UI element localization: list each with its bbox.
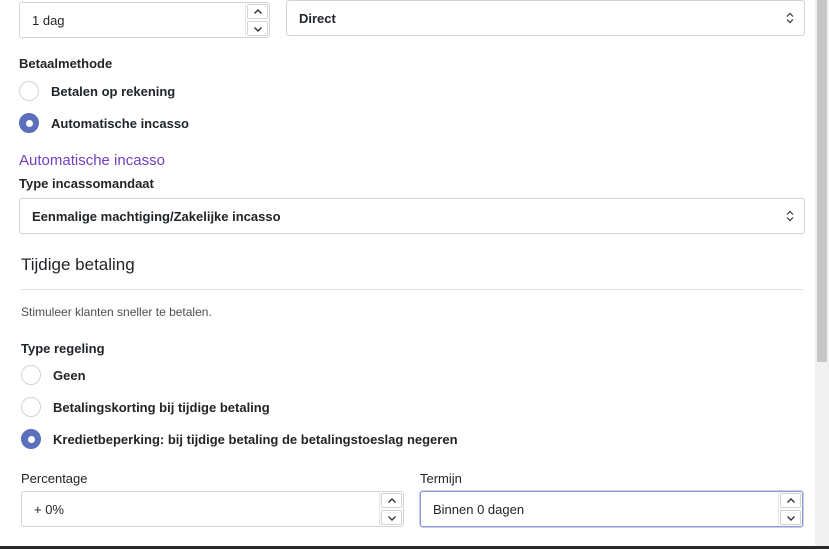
termijn-value: Binnen 0 dagen [433, 501, 525, 517]
incasso-section-title: Automatische incasso [19, 152, 165, 169]
days-value: 1 dag [32, 12, 65, 28]
percentage-label: Percentage [21, 471, 88, 486]
chevron-down-icon [253, 26, 262, 32]
percentage-stepper[interactable]: + 0% [21, 491, 404, 527]
tijdige-description: Stimuleer klanten sneller te betalen. [21, 305, 212, 319]
chevron-down-icon [387, 515, 396, 521]
radio-circle[interactable] [19, 81, 39, 101]
radio-circle[interactable] [19, 113, 39, 133]
increment-button[interactable] [780, 493, 801, 508]
termijn-stepper[interactable]: Binnen 0 dagen [420, 491, 803, 527]
radio-circle[interactable] [21, 429, 41, 449]
radio-kredietbeperking[interactable]: Kredietbeperking: bij tijdige betaling d… [21, 429, 458, 449]
radio-automatische-incasso[interactable]: Automatische incasso [19, 113, 189, 133]
termijn-label: Termijn [420, 471, 462, 486]
decrement-button[interactable] [381, 510, 402, 525]
chevron-up-icon [253, 8, 262, 14]
chevron-down-icon [786, 515, 795, 521]
type-regeling-label: Type regeling [21, 341, 105, 356]
decrement-button[interactable] [780, 510, 801, 525]
stepper-arrows [379, 492, 403, 526]
chevron-up-icon [387, 497, 396, 503]
divider [21, 289, 803, 290]
scrollbar-thumb[interactable] [817, 0, 827, 362]
betaalmethode-label: Betaalmethode [19, 56, 113, 71]
incassomandaat-select[interactable]: Eenmalige machtiging/Zakelijke incasso [19, 198, 805, 234]
chevron-up-icon [786, 497, 795, 503]
decrement-button[interactable] [247, 21, 268, 36]
days-stepper[interactable]: 1 dag [19, 2, 270, 38]
radio-geen[interactable]: Geen [21, 365, 86, 385]
stepper-arrows [245, 3, 269, 37]
radio-circle[interactable] [21, 397, 41, 417]
radio-label: Betalen op rekening [51, 83, 176, 99]
increment-button[interactable] [247, 4, 268, 19]
increment-button[interactable] [381, 493, 402, 508]
direct-select[interactable]: Direct [286, 0, 805, 36]
incassomandaat-value: Eenmalige machtiging/Zakelijke incasso [32, 208, 281, 224]
stepper-arrows [778, 492, 802, 526]
radio-betalen-op-rekening[interactable]: Betalen op rekening [19, 81, 175, 101]
radio-circle[interactable] [21, 365, 41, 385]
radio-label: Geen [53, 367, 86, 383]
tijdige-betaling-title: Tijdige betaling [21, 255, 135, 274]
percentage-value: + 0% [34, 501, 64, 517]
direct-select-value: Direct [299, 10, 336, 26]
type-incassomandaat-label: Type incassomandaat [19, 176, 154, 191]
select-caret-icon [776, 12, 804, 24]
radio-label: Betalingskorting bij tijdige betaling [53, 399, 270, 415]
radio-label: Automatische incasso [51, 115, 189, 131]
select-caret-icon [776, 210, 804, 222]
radio-betalingskorting[interactable]: Betalingskorting bij tijdige betaling [21, 397, 270, 417]
radio-label: Kredietbeperking: bij tijdige betaling d… [53, 431, 458, 447]
